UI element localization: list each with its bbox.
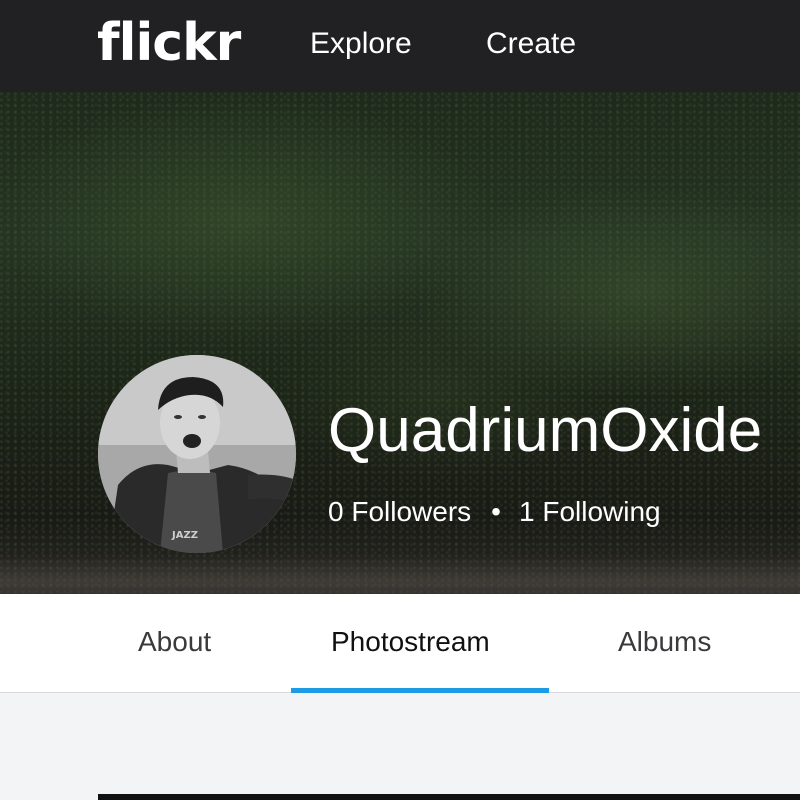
active-tab-indicator <box>291 688 549 693</box>
profile-stats: 0 Followers • 1 Following <box>328 495 661 529</box>
followers-link[interactable]: 0 Followers <box>328 496 471 527</box>
tab-photostream[interactable]: Photostream <box>331 622 490 662</box>
top-navigation-bar: flickr Explore Create <box>0 0 800 92</box>
stats-separator: • <box>491 496 501 527</box>
cover-bottom-fade <box>0 554 800 594</box>
tab-albums[interactable]: Albums <box>618 622 711 662</box>
avatar[interactable]: JAZZ <box>98 355 296 553</box>
svg-text:JAZZ: JAZZ <box>171 530 198 541</box>
photostream-content-edge <box>98 794 800 800</box>
flickr-logo[interactable]: flickr <box>97 10 241 76</box>
tab-about[interactable]: About <box>138 622 211 662</box>
profile-username: QuadriumOxide <box>328 396 763 465</box>
avatar-photo: JAZZ <box>98 355 296 553</box>
nav-create-link[interactable]: Create <box>486 26 576 62</box>
following-link[interactable]: 1 Following <box>519 496 661 527</box>
nav-explore-link[interactable]: Explore <box>310 26 412 62</box>
profile-subnav: About Photostream Albums <box>0 594 800 693</box>
